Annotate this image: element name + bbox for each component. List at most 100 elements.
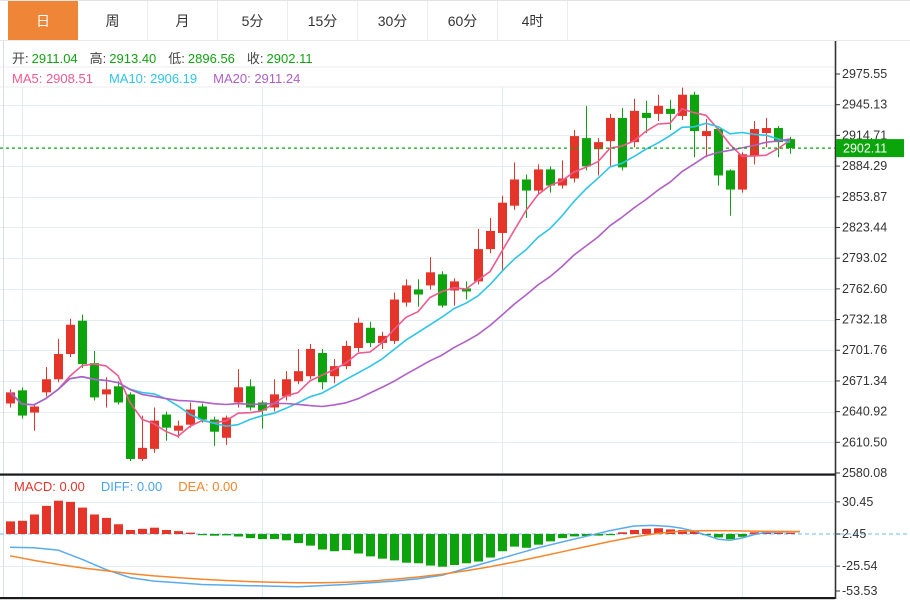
main-macd-separator — [0, 474, 835, 476]
ma10-line — [10, 123, 790, 426]
price-axis-label: 2701.76 — [842, 343, 887, 357]
macd-bar-positive — [102, 518, 111, 534]
macd-bar-negative — [414, 534, 423, 563]
macd-bar-negative — [378, 534, 387, 559]
macd-bar-positive — [618, 532, 627, 534]
macd-bar-negative — [534, 534, 543, 545]
macd-bar-negative — [462, 534, 471, 563]
macd-bar-positive — [90, 514, 99, 534]
macd-axis-label: 2.45 — [842, 527, 866, 541]
price-axis-label: 2640.92 — [842, 405, 887, 419]
candle-body-up — [354, 323, 363, 348]
candle-body-down — [642, 113, 651, 118]
tab-60min[interactable]: 60分 — [428, 1, 498, 40]
macd-bar-negative — [270, 534, 279, 539]
candle-body-up — [102, 389, 111, 394]
macd-bar-positive — [630, 530, 639, 534]
macd-readout: MACD: 0.00DIFF: 0.00DEA: 0.00 — [14, 479, 238, 494]
macd-bar-negative — [726, 534, 735, 539]
macd-bar-negative — [450, 534, 459, 565]
kline-app: 日周月5分15分30分60分4时 2975.552945.132914.7128… — [0, 0, 910, 605]
macd-bar-negative — [210, 534, 219, 536]
macd-bar-positive — [150, 528, 159, 534]
macd-bar-negative — [198, 534, 207, 535]
macd-bar-negative — [282, 534, 291, 540]
macd-bar-positive — [786, 533, 795, 534]
candle-body-up — [42, 379, 51, 392]
candle-body-up — [138, 448, 147, 459]
macd-bar-positive — [138, 529, 147, 534]
macd-bar-negative — [294, 534, 303, 543]
candle-body-up — [702, 131, 711, 136]
macd-bar-negative — [222, 534, 231, 535]
macd-bar-positive — [642, 529, 651, 534]
candle-body-up — [234, 387, 243, 402]
price-axis-label: 2671.34 — [842, 374, 887, 388]
candle-body-down — [582, 138, 591, 166]
candle-body-up — [510, 179, 519, 205]
candle-body-up — [66, 325, 75, 354]
macd-bar-negative — [570, 534, 579, 536]
price-axis-label: 2823.44 — [842, 220, 887, 234]
tab-weekly[interactable]: 周 — [78, 1, 148, 40]
tabbar-spacer — [0, 1, 8, 40]
macd-bar-negative — [306, 534, 315, 546]
candle-body-up — [30, 406, 39, 412]
candle-body-up — [498, 203, 507, 233]
candle-body-up — [534, 169, 543, 190]
macd-bar-positive — [42, 506, 51, 534]
macd-bar-negative — [366, 534, 375, 556]
tab-15min[interactable]: 15分 — [288, 1, 358, 40]
candle-body-up — [738, 154, 747, 189]
candle-body-up — [762, 128, 771, 133]
price-axis-label: 2975.55 — [842, 67, 887, 81]
ohlc-readout: 开:2911.04高:2913.40低:2896.56收:2902.11 — [12, 51, 313, 66]
price-axis-label: 2884.29 — [842, 159, 887, 173]
candle-body-down — [522, 179, 531, 190]
macd-bar-positive — [162, 530, 171, 534]
candle-body-down — [114, 386, 123, 402]
candle-body-up — [486, 231, 495, 249]
candle-body-down — [198, 406, 207, 419]
price-axis-label: 2732.18 — [842, 313, 887, 327]
macd-bar-positive — [774, 533, 783, 534]
tab-30min[interactable]: 30分 — [358, 1, 428, 40]
macd-bar-negative — [246, 534, 255, 538]
kline-chart-svg[interactable]: 2975.552945.132914.712884.292853.872823.… — [0, 41, 910, 605]
candle-body-up — [282, 379, 291, 396]
candle-body-down — [414, 289, 423, 294]
macd-bar-negative — [714, 534, 723, 537]
tab-daily[interactable]: 日 — [8, 1, 78, 40]
macd-bar-negative — [234, 534, 243, 537]
candle-body-up — [426, 272, 435, 285]
macd-bar-negative — [402, 534, 411, 563]
candle-body-down — [78, 321, 87, 364]
price-axis-label: 2853.87 — [842, 190, 887, 204]
macd-bar-negative — [438, 534, 447, 567]
macd-bar-negative — [342, 534, 351, 550]
macd-bar-positive — [78, 508, 87, 534]
macd-bar-positive — [126, 530, 135, 534]
tab-monthly[interactable]: 月 — [148, 1, 218, 40]
candle-body-down — [786, 139, 795, 148]
candle-body-down — [366, 328, 375, 343]
current-price-label: 2902.11 — [843, 142, 887, 156]
macd-bar-negative — [558, 534, 567, 538]
macd-axis-label: -25.54 — [842, 559, 877, 573]
macd-bar-negative — [606, 534, 615, 535]
candle-body-down — [666, 109, 675, 114]
candle-body-up — [390, 300, 399, 341]
candle-body-up — [402, 285, 411, 302]
tab-4hour[interactable]: 4时 — [498, 1, 568, 40]
macd-bar-negative — [354, 534, 363, 554]
macd-bar-positive — [186, 533, 195, 534]
macd-bar-negative — [486, 534, 495, 558]
macd-bar-positive — [54, 501, 63, 534]
macd-bar-positive — [30, 514, 39, 534]
price-axis-label: 2945.13 — [842, 98, 887, 112]
candle-body-down — [546, 169, 555, 185]
ma20-line — [10, 139, 790, 407]
chart-canvas[interactable]: 2975.552945.132914.712884.292853.872823.… — [0, 41, 910, 605]
tab-5min[interactable]: 5分 — [218, 1, 288, 40]
candle-body-down — [162, 415, 171, 428]
